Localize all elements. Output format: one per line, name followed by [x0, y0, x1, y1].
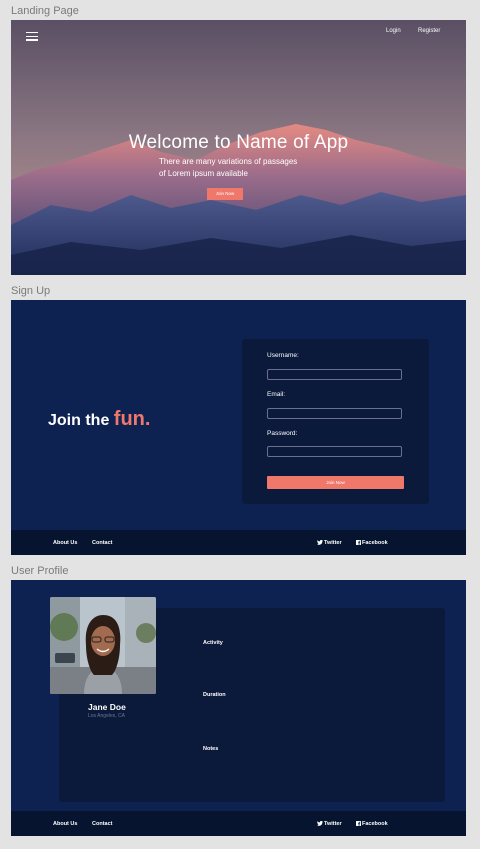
notes-label: Notes [203, 746, 219, 752]
signup-headline-accent: fun. [113, 408, 151, 430]
footer-twitter-label: Twitter [324, 540, 342, 546]
user-profile-frame: Jane Doe Los Angeles, CA Activity Durati… [11, 580, 466, 836]
hero-title: Welcome to Name of App [128, 132, 349, 153]
email-label: Email: [267, 391, 286, 398]
avatar [50, 597, 156, 694]
frame-label-landing: Landing Page [11, 5, 79, 17]
email-input[interactable] [267, 408, 402, 419]
landing-page-frame: Login Register Welcome to Name of App Th… [11, 20, 466, 275]
profile-footer-about-link[interactable]: About Us [53, 821, 77, 827]
frame-label-signup: Sign Up [11, 285, 51, 297]
username-label: Username: [267, 352, 299, 359]
footer-about-link[interactable]: About Us [53, 540, 77, 546]
login-link[interactable]: Login [386, 28, 401, 34]
profile-footer-facebook-link[interactable]: Facebook [356, 821, 388, 827]
join-now-button[interactable]: Join Now [207, 188, 243, 200]
hero-subtitle-line-2: of Lorem ipsum available [159, 169, 248, 178]
register-link[interactable]: Register [418, 28, 440, 34]
password-input[interactable] [267, 446, 402, 457]
footer-twitter-link[interactable]: Twitter [317, 539, 342, 546]
footer-contact-link[interactable]: Contact [92, 540, 112, 546]
profile-location: Los Angeles, CA [88, 713, 125, 719]
frame-label-profile: User Profile [11, 565, 69, 577]
activity-label: Activity [203, 640, 223, 646]
facebook-icon [356, 540, 361, 545]
signup-frame: Join the fun. Username: Email: Password:… [11, 300, 466, 555]
profile-footer: About Us Contact Twitter Facebook [11, 811, 466, 836]
twitter-icon [317, 539, 323, 545]
profile-name: Jane Doe [88, 702, 126, 712]
hero-subtitle: There are many variations of passages of… [159, 156, 329, 180]
twitter-icon [317, 820, 323, 826]
signup-headline-text: Join the [48, 412, 110, 429]
profile-footer-contact-link[interactable]: Contact [92, 821, 112, 827]
profile-photo[interactable] [50, 597, 156, 694]
signup-headline: Join the fun. [48, 408, 150, 431]
profile-footer-twitter-label: Twitter [324, 821, 342, 827]
footer-facebook-label: Facebook [362, 540, 388, 546]
profile-footer-facebook-label: Facebook [362, 821, 388, 827]
footer-facebook-link[interactable]: Facebook [356, 540, 388, 546]
username-input[interactable] [267, 369, 402, 380]
duration-label: Duration [203, 692, 226, 698]
hero-subtitle-line-1: There are many variations of passages [159, 157, 298, 166]
password-label: Password: [267, 430, 298, 437]
footer: About Us Contact Twitter Facebook [11, 530, 466, 555]
hamburger-menu-icon[interactable] [26, 32, 38, 41]
signup-form: Username: Email: Password: Join Now [242, 339, 429, 504]
profile-footer-twitter-link[interactable]: Twitter [317, 820, 342, 827]
signup-join-now-button[interactable]: Join Now [267, 476, 404, 489]
facebook-icon [356, 821, 361, 826]
